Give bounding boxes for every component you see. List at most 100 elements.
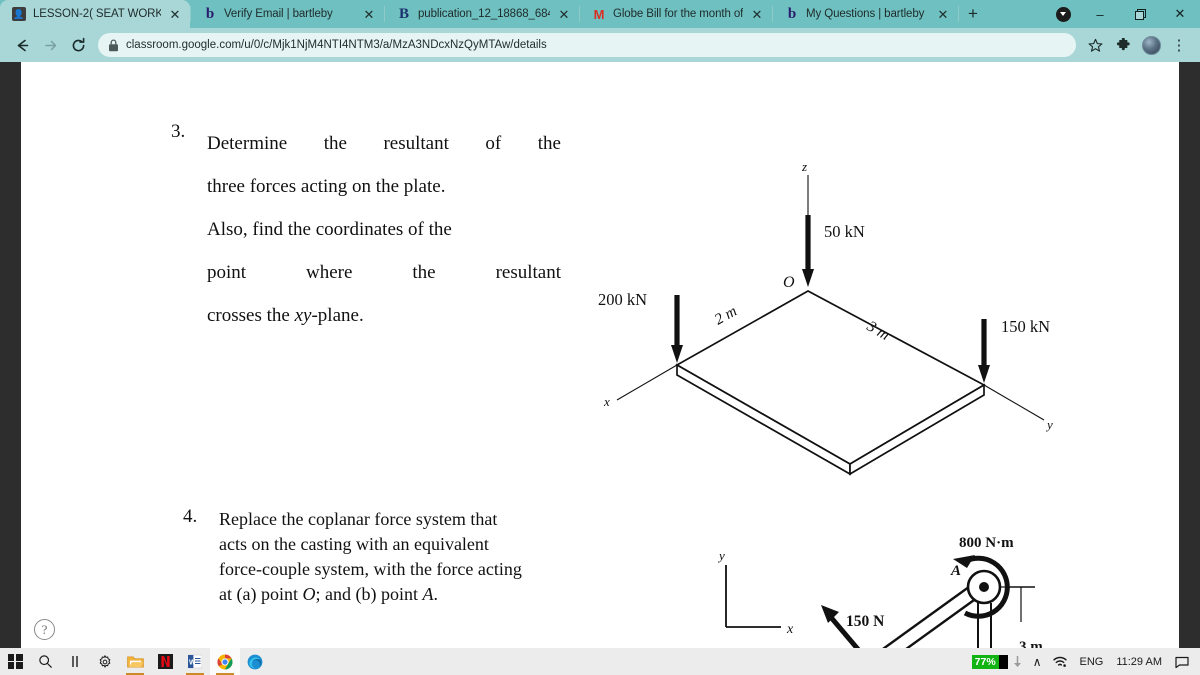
maximize-icon xyxy=(1134,8,1146,20)
charging-indicator xyxy=(1008,648,1027,675)
force-label-150kn: 150 kN xyxy=(1001,317,1050,336)
tab-label: LESSON-2( SEAT WORK, PROB xyxy=(33,8,161,20)
tab-label: publication_12_18868_684.pd xyxy=(418,8,550,20)
settings-button[interactable] xyxy=(90,648,120,675)
gear-icon xyxy=(99,654,111,668)
notifications-button[interactable] xyxy=(1169,648,1196,675)
rectangular-plate-three-forces-diagram: z 50 kN O x y 200 kN 150 kN 2 m 3 m xyxy=(598,159,1053,476)
problem-4: 4. Replace the coplanar force system tha… xyxy=(171,507,651,607)
address-bar[interactable]: classroom.google.com/u/0/c/Mjk1NjM4NTI4N… xyxy=(98,33,1076,57)
bartleby-b-icon: B xyxy=(398,5,409,22)
classroom-icon: 👤 xyxy=(12,7,26,21)
force-label-150n: 150 N xyxy=(846,613,884,630)
word-icon: W xyxy=(188,654,202,669)
notification-icon xyxy=(1175,656,1189,668)
minimize-button[interactable]: – xyxy=(1080,0,1120,28)
bookmark-star-button[interactable] xyxy=(1082,32,1108,58)
netflix-icon xyxy=(157,654,173,669)
tab-globe-bill[interactable]: M Globe Bill for the month of A ✕ xyxy=(580,0,772,28)
network-button[interactable] xyxy=(1047,648,1073,675)
svg-text:W: W xyxy=(189,660,196,667)
point-label-A: A xyxy=(950,563,961,579)
new-tab-button[interactable]: + xyxy=(959,0,987,28)
start-button[interactable] xyxy=(0,648,30,675)
dimension-label-2m: 2 m xyxy=(712,303,740,329)
lock-icon xyxy=(109,38,118,51)
tab-label: My Questions | bartleby xyxy=(806,8,925,20)
maximize-button[interactable] xyxy=(1120,0,1160,28)
profile-chip[interactable] xyxy=(1046,0,1080,28)
extensions-button[interactable] xyxy=(1110,32,1136,58)
url-text: classroom.google.com/u/0/c/Mjk1NjM4NTI4N… xyxy=(126,39,547,51)
close-window-button[interactable]: ✕ xyxy=(1160,0,1200,28)
search-button[interactable] xyxy=(30,648,60,675)
tab-strip: 👤 LESSON-2( SEAT WORK, PROB ✕ b Verify E… xyxy=(0,0,1200,28)
puzzle-icon xyxy=(1116,37,1130,50)
tab-verify-email[interactable]: b Verify Email | bartleby ✕ xyxy=(191,0,384,28)
file-explorer-button[interactable] xyxy=(120,648,150,675)
chrome-button[interactable] xyxy=(210,648,240,675)
bartleby-icon: b xyxy=(787,5,797,22)
task-view-icon xyxy=(71,656,78,667)
back-arrow-icon xyxy=(17,39,28,51)
reload-icon xyxy=(72,37,84,51)
document-viewer: 3. Determine the resultant of the three forc… xyxy=(0,62,1200,648)
windows-taskbar: W 77% ∧ ENG 11:29 AM xyxy=(0,648,1200,675)
figure-plate-forces: z 50 kN O x y 200 kN 150 kN 2 m 3 m xyxy=(576,157,1096,492)
clock[interactable]: 11:29 AM xyxy=(1109,656,1169,668)
netflix-button[interactable] xyxy=(150,648,180,675)
chrome-menu-button[interactable]: ⋮ xyxy=(1166,32,1192,58)
figure-casting-forces: y x A 800 N·m 150 N 3 m xyxy=(701,527,1101,648)
tab-label: Verify Email | bartleby xyxy=(224,8,333,20)
show-hidden-icons-button[interactable]: ∧ xyxy=(1027,648,1048,675)
avatar xyxy=(1141,35,1161,55)
back-button[interactable] xyxy=(8,31,36,59)
profile-avatar-icon xyxy=(1055,6,1071,22)
battery-percentage: 77% xyxy=(971,654,1008,669)
tab-close-button[interactable]: ✕ xyxy=(557,8,571,21)
search-icon xyxy=(38,655,52,669)
edge-button[interactable] xyxy=(240,648,270,675)
task-view-button[interactable] xyxy=(60,648,90,675)
language-indicator[interactable]: ENG xyxy=(1073,648,1109,675)
charging-icon xyxy=(1013,656,1021,667)
force-label-50kn: 50 kN xyxy=(824,222,865,241)
tab-close-button[interactable]: ✕ xyxy=(750,8,764,21)
reload-button[interactable] xyxy=(64,31,92,59)
tab-close-button[interactable]: ✕ xyxy=(936,8,950,21)
tab-lesson-2[interactable]: 👤 LESSON-2( SEAT WORK, PROB ✕ xyxy=(0,0,190,28)
casting-coplanar-force-system-diagram: y x A 800 N·m 150 N 3 m xyxy=(717,535,1046,648)
problem-3: 3. Determine the resultant of the three forc… xyxy=(171,122,561,337)
tab-my-questions[interactable]: b My Questions | bartleby ✕ xyxy=(773,0,958,28)
problem-4-number: 4. xyxy=(183,506,198,527)
axis-label-x: x xyxy=(786,622,794,637)
word-button[interactable]: W xyxy=(180,648,210,675)
axis-label-y: y xyxy=(717,548,725,563)
moment-label-800nm: 800 N·m xyxy=(959,535,1014,551)
toolbar-actions: ⋮ xyxy=(1082,32,1192,58)
system-tray: 77% ∧ ENG 11:29 AM xyxy=(966,648,1200,675)
tab-close-button[interactable]: ✕ xyxy=(362,8,376,21)
problem-4-text: Replace the coplanar force system that a… xyxy=(219,509,522,604)
taskbar-items: W xyxy=(0,648,270,675)
forward-button[interactable] xyxy=(36,31,64,59)
problem-3-text: Determine the resultant of the three forces … xyxy=(207,133,561,326)
browser-window: 👤 LESSON-2( SEAT WORK, PROB ✕ b Verify E… xyxy=(0,0,1200,648)
document-page: 3. Determine the resultant of the three forc… xyxy=(21,62,1179,648)
axis-label-y: y xyxy=(1045,417,1053,432)
axis-label-x: x xyxy=(603,394,610,409)
profile-avatar[interactable] xyxy=(1138,32,1164,58)
axis-label-z: z xyxy=(801,159,807,174)
tab-close-button[interactable]: ✕ xyxy=(168,8,182,21)
tab-publication-pdf[interactable]: B publication_12_18868_684.pd ✕ xyxy=(385,0,579,28)
windows-logo-icon xyxy=(7,654,23,669)
browser-toolbar: classroom.google.com/u/0/c/Mjk1NjM4NTI4N… xyxy=(0,28,1200,62)
help-button[interactable]: ? xyxy=(34,619,55,640)
star-icon xyxy=(1088,38,1102,52)
tab-label: Globe Bill for the month of A xyxy=(613,8,743,20)
problem-3-number: 3. xyxy=(171,121,186,142)
force-label-200kn: 200 kN xyxy=(598,290,647,309)
bartleby-icon: b xyxy=(205,5,215,22)
battery-status[interactable]: 77% xyxy=(966,648,1008,675)
dimension-label-3m: 3 m xyxy=(1019,639,1043,648)
